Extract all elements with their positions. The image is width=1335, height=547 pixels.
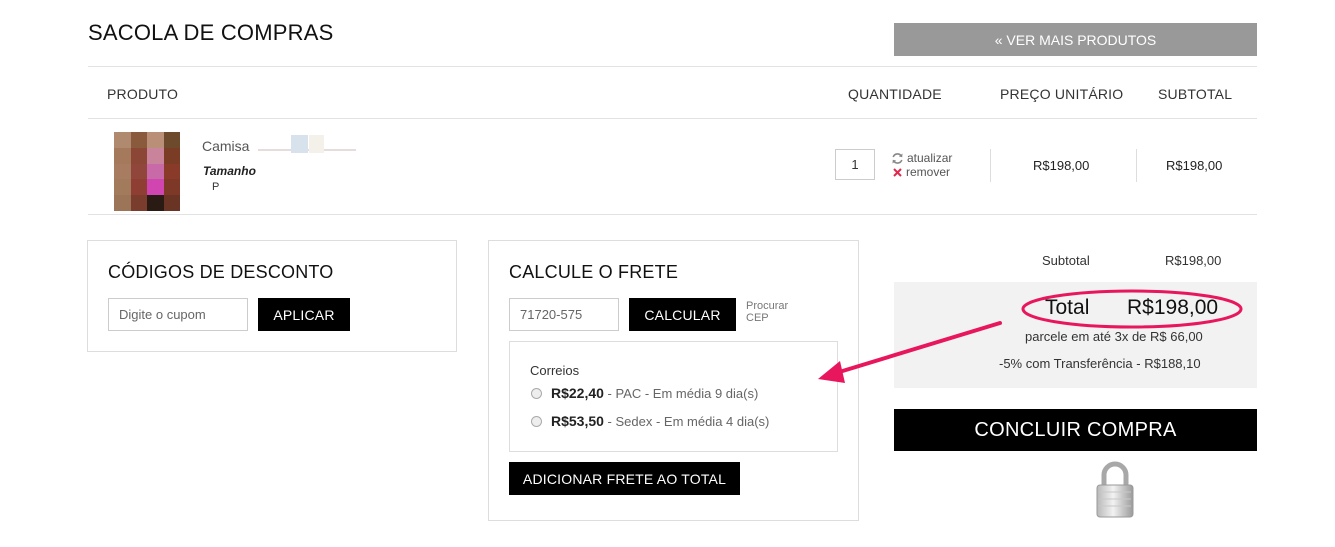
annotation-overlay (818, 289, 1243, 383)
annotation-arrow-head (818, 361, 845, 383)
annotation-arrow-shaft (834, 321, 1002, 375)
annotation-highlight-ellipse (1021, 289, 1243, 329)
